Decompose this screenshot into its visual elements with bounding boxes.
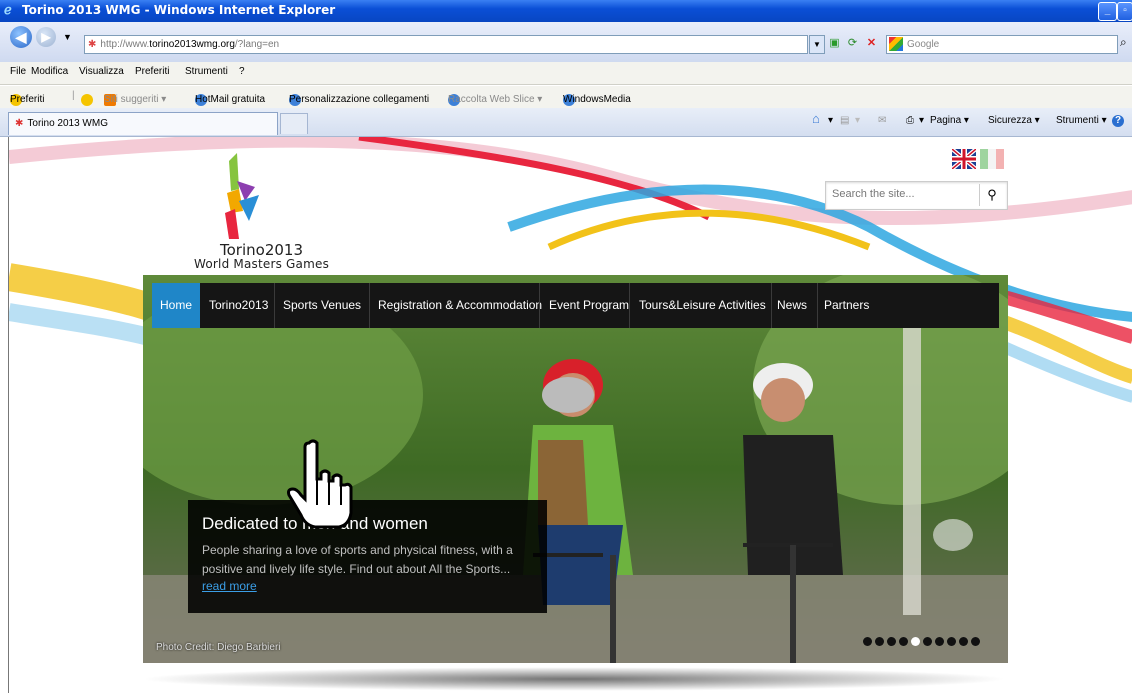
- slide-caption: Dedicated to men and women People sharin…: [188, 500, 547, 613]
- site-favicon-icon: ✱: [15, 118, 24, 129]
- tab-label: Torino 2013 WMG: [27, 118, 108, 129]
- uk-flag-icon[interactable]: [952, 149, 976, 169]
- fav-windowsmedia-label: WindowsMedia: [563, 94, 631, 105]
- new-tab-button[interactable]: [280, 113, 308, 134]
- favbar-divider: |: [72, 90, 75, 101]
- back-button[interactable]: ◀: [10, 26, 32, 48]
- forward-button[interactable]: ▶: [36, 27, 56, 47]
- slide-dot[interactable]: [923, 637, 932, 646]
- home-dropdown-icon[interactable]: ▾: [828, 115, 833, 126]
- stop-icon[interactable]: ✕: [864, 35, 879, 52]
- mail-icon[interactable]: ✉: [878, 115, 886, 126]
- nav-news[interactable]: News: [777, 283, 807, 328]
- slider-shadow: [139, 667, 1009, 691]
- site-search-input[interactable]: Search the site... ⚲: [825, 181, 1008, 210]
- window-titlebar: ℯ Torino 2013 WMG - Windows Internet Exp…: [0, 0, 1132, 22]
- add-star-icon: [81, 94, 93, 106]
- slider-pagination: [863, 637, 983, 649]
- tools-menu[interactable]: Strumenti ▾: [1056, 115, 1107, 126]
- feeds-icon[interactable]: ▤: [840, 115, 849, 126]
- address-toolbar: ◀ ▶ ▼ ✱ http://www.torino2013wmg.org/?lan…: [0, 22, 1132, 62]
- main-navigation: Home Torino2013 Sports Venues Registrati…: [152, 283, 999, 328]
- refresh-icon[interactable]: ⟳: [845, 35, 860, 52]
- nav-tours-leisure[interactable]: Tours&Leisure Activities: [639, 283, 766, 328]
- help-icon[interactable]: ?: [1112, 115, 1124, 127]
- menu-file[interactable]: File: [10, 66, 26, 77]
- logo-line2: World Masters Games: [194, 257, 330, 271]
- slide-dot[interactable]: [935, 637, 944, 646]
- maximize-button[interactable]: ▫: [1117, 2, 1132, 21]
- nav-separator: [817, 283, 818, 328]
- site-search-placeholder: Search the site...: [832, 188, 915, 200]
- google-icon: [889, 37, 903, 51]
- minimize-button[interactable]: _: [1098, 2, 1117, 21]
- menu-help[interactable]: ?: [239, 66, 245, 77]
- menu-modifica[interactable]: Modifica: [31, 66, 68, 77]
- nav-home[interactable]: Home: [152, 283, 200, 328]
- url-host: torino2013wmg.org: [149, 39, 235, 50]
- site-favicon-icon: ✱: [88, 39, 97, 50]
- caption-text: People sharing a love of sports and phys…: [202, 543, 513, 576]
- site-search-icon[interactable]: ⚲: [979, 184, 1004, 206]
- fav-web-slice-label: Raccolta Web Slice ▾: [448, 94, 543, 105]
- print-dropdown-icon[interactable]: ▾: [919, 115, 924, 126]
- slide-dot[interactable]: [875, 637, 884, 646]
- fav-customize-label: Personalizzazione collegamenti: [289, 94, 430, 105]
- feeds-dropdown-icon[interactable]: ▾: [855, 115, 860, 126]
- menu-bar: File Modifica Visualizza Preferiti Strum…: [0, 62, 1132, 85]
- slide-dot[interactable]: [959, 637, 968, 646]
- search-input[interactable]: Google: [886, 35, 1118, 54]
- slide-dot[interactable]: [887, 637, 896, 646]
- nav-sports-venues[interactable]: Sports Venues: [283, 283, 361, 328]
- slide-dot[interactable]: [911, 637, 920, 646]
- nav-separator: [274, 283, 275, 328]
- slide-dot[interactable]: [971, 637, 980, 646]
- photo-credit: Photo Credit: Diego Barbieri: [156, 642, 281, 653]
- window-title: Torino 2013 WMG - Windows Internet Explo…: [22, 3, 336, 17]
- url-dropdown-icon[interactable]: ▼: [809, 35, 825, 54]
- menu-visualizza[interactable]: Visualizza: [79, 66, 124, 77]
- favorites-bar: Preferiti | Siti suggeriti ▾ HotMail gra…: [0, 86, 1132, 108]
- favorites-label: Preferiti: [10, 94, 45, 105]
- nav-event-program[interactable]: Event Program: [549, 283, 629, 328]
- nav-registration[interactable]: Registration & Accommodation: [378, 283, 542, 328]
- url-input[interactable]: ✱ http://www.torino2013wmg.org/?lang=en: [84, 35, 808, 54]
- tab-torino-wmg[interactable]: ✱ Torino 2013 WMG: [8, 112, 278, 135]
- search-go-icon[interactable]: ⌕: [1120, 35, 1127, 50]
- compatibility-view-icon[interactable]: ▣: [827, 35, 842, 52]
- slide-dot[interactable]: [899, 637, 908, 646]
- page-menu[interactable]: Pagina ▾: [930, 115, 969, 126]
- url-prefix: http://www.: [100, 39, 150, 50]
- nav-separator: [771, 283, 772, 328]
- fav-suggested-label: Siti suggeriti ▾: [104, 94, 167, 105]
- italy-flag-icon[interactable]: [980, 149, 1004, 169]
- ie-logo-icon: ℯ: [4, 2, 12, 17]
- home-icon[interactable]: ⌂: [812, 111, 820, 126]
- menu-strumenti[interactable]: Strumenti: [185, 66, 228, 77]
- print-icon[interactable]: ⎙: [906, 115, 914, 126]
- recent-pages-dropdown-icon[interactable]: ▼: [63, 32, 72, 42]
- nav-separator: [539, 283, 540, 328]
- web-page: Torino2013 World Masters Games Search th…: [8, 137, 1132, 693]
- fav-hotmail-label: HotMail gratuita: [195, 94, 266, 105]
- slide-dot[interactable]: [947, 637, 956, 646]
- read-more-link[interactable]: read more: [202, 579, 257, 593]
- site-logo[interactable]: Torino2013 World Masters Games: [194, 241, 329, 271]
- menu-preferiti[interactable]: Preferiti: [135, 66, 169, 77]
- torino2013-logo-icon: [225, 153, 259, 239]
- hand-cursor-icon: [287, 439, 353, 529]
- safety-menu[interactable]: Sicurezza ▾: [988, 115, 1040, 126]
- nav-partners[interactable]: Partners: [824, 283, 869, 328]
- url-suffix: /?lang=en: [234, 39, 280, 50]
- nav-separator: [629, 283, 630, 328]
- slide-dot[interactable]: [863, 637, 872, 646]
- nav-separator: [369, 283, 370, 328]
- search-placeholder: Google: [907, 39, 940, 50]
- nav-torino2013[interactable]: Torino2013: [209, 283, 268, 328]
